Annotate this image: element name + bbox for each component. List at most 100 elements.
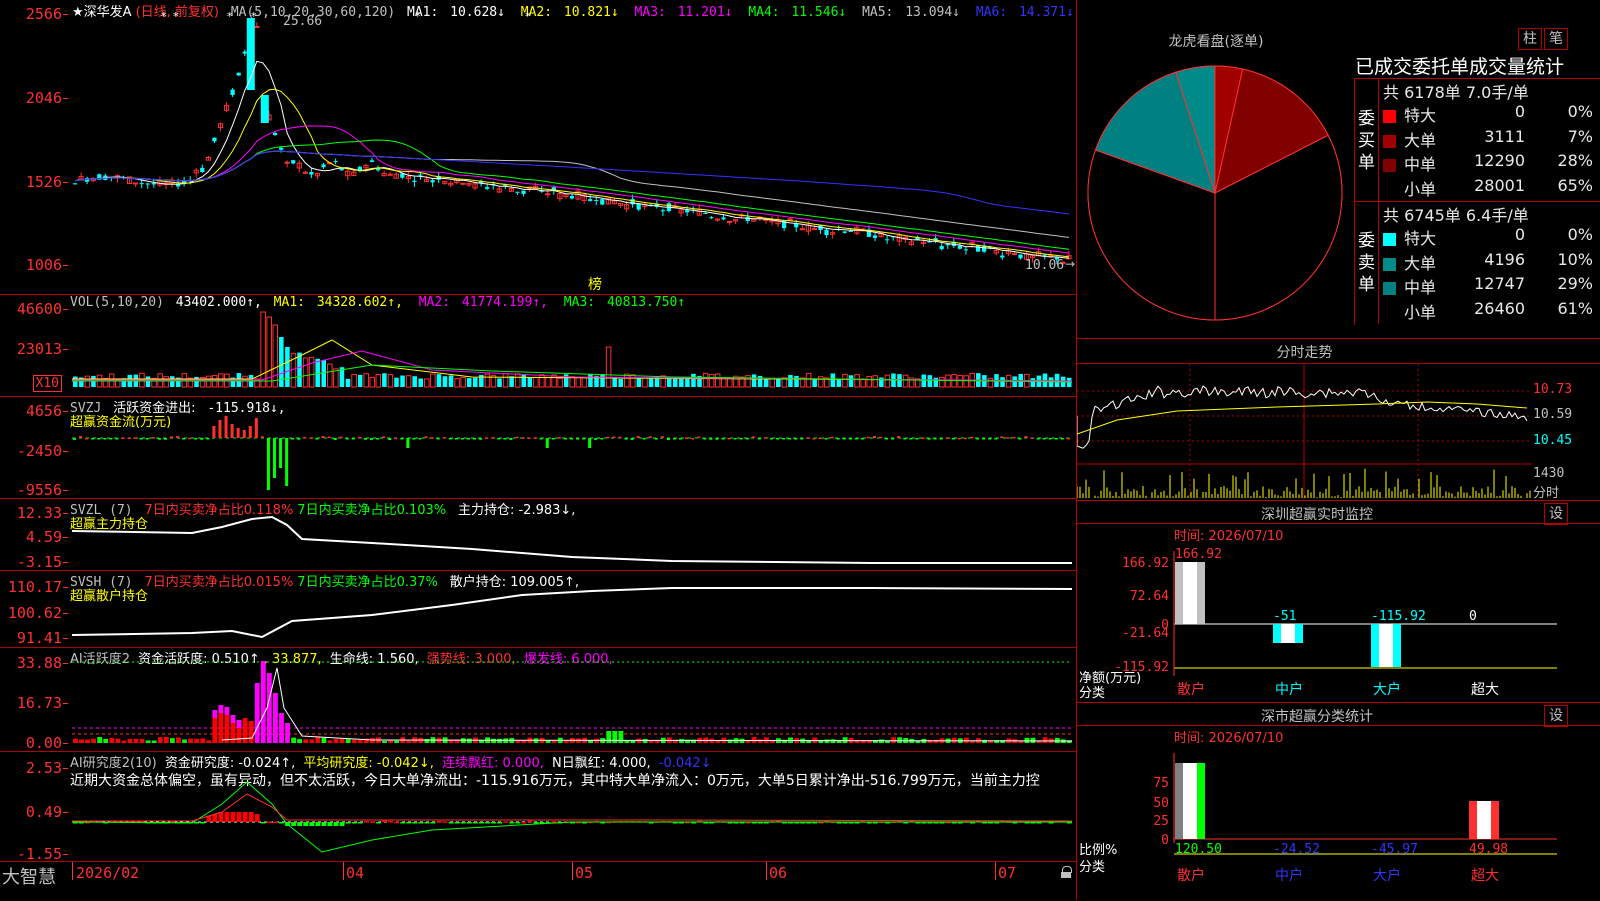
svzl-axis: 12.33 4.59 -3.15 bbox=[0, 499, 69, 571]
candlestick-chart[interactable]: * * * * * * → bbox=[72, 0, 1076, 294]
activity-bar bbox=[345, 739, 351, 743]
research-bar bbox=[509, 822, 515, 824]
candle-body bbox=[1011, 253, 1018, 256]
x-divider bbox=[572, 862, 573, 880]
row-pct: 29% bbox=[1557, 274, 1593, 293]
flow-bar bbox=[836, 438, 840, 440]
flow-bar bbox=[339, 436, 343, 439]
volume-panel[interactable]: 46600 23013 X10 VOL(5,10,20) 43402.000↑,… bbox=[0, 295, 1076, 397]
volume-bar bbox=[691, 373, 696, 387]
flow-bar bbox=[751, 436, 755, 438]
monitor-panel[interactable]: 深圳超赢实时监控 设 时间: 2026/07/10 166.92 72.64 0 -2… bbox=[1077, 501, 1600, 703]
flow-bar bbox=[897, 436, 901, 438]
tick-mode-button[interactable]: 笔 bbox=[1544, 28, 1568, 50]
volume-bar bbox=[357, 374, 363, 387]
svsh-panel[interactable]: 110.17 100.62 91.41 SVSH (7) 7日内买卖净占比0.0… bbox=[0, 571, 1076, 648]
buy-side-label: 委买单 bbox=[1358, 109, 1375, 173]
svzj-panel[interactable]: 4656 -2450 -9556 SVZJ 活跃资金进出: -115.918↓,… bbox=[0, 397, 1076, 499]
brand-logo[interactable]: 大智慧 bbox=[2, 863, 56, 889]
ai-research-panel[interactable]: 2.53 0.49 -1.55 AI研究度2(10) 资金研究度: -0.024… bbox=[0, 752, 1076, 863]
intraday-chart[interactable] bbox=[1077, 364, 1532, 499]
class-y-tick: 0 bbox=[1161, 833, 1169, 848]
volume-bar bbox=[308, 356, 315, 388]
activity-bar bbox=[963, 737, 969, 743]
price-panel[interactable]: 2566 2046 1526 1006 ★深华发A (日线, 前复权) MA(5,… bbox=[0, 0, 1076, 295]
flow-bar bbox=[757, 438, 761, 440]
candle-body bbox=[418, 174, 423, 176]
flow-bar bbox=[491, 437, 495, 439]
dragon-tiger-mark[interactable]: 榜 bbox=[588, 274, 602, 294]
ai-activity-axis: 33.88 16.73 0.00 bbox=[0, 648, 69, 752]
candle-body bbox=[714, 218, 721, 221]
candle-body bbox=[872, 235, 878, 238]
research-bar bbox=[424, 822, 430, 824]
bar-mode-button[interactable]: 柱 bbox=[1518, 28, 1542, 50]
price-axis: 2566 2046 1526 1006 bbox=[0, 0, 69, 294]
flow-bar bbox=[618, 436, 622, 439]
research-bar bbox=[333, 822, 339, 826]
ai-activity-tick: 33.88 bbox=[16, 654, 69, 672]
candle-body bbox=[460, 182, 466, 185]
flow-bar bbox=[479, 438, 483, 440]
activity-bar bbox=[157, 737, 163, 743]
flow-bar bbox=[1054, 438, 1058, 440]
research-bar bbox=[491, 822, 497, 824]
volume-bar bbox=[842, 373, 848, 388]
row-name: 小单 bbox=[1404, 179, 1437, 199]
row-count: 26460 bbox=[1474, 298, 1525, 318]
activity-bar bbox=[145, 740, 151, 743]
activity-bar bbox=[351, 739, 357, 743]
volume-bar bbox=[812, 378, 817, 387]
volume-bar bbox=[884, 374, 891, 388]
research-bar bbox=[351, 822, 357, 824]
flow-bar bbox=[254, 418, 258, 438]
activity-bar bbox=[751, 737, 757, 743]
candle-body bbox=[145, 183, 150, 185]
volume-bar bbox=[424, 378, 430, 388]
ai-activity-panel[interactable]: 33.88 16.73 0.00 AI活跃度2 资金活跃度: 0.510↑, 3… bbox=[0, 648, 1076, 752]
flow-bar bbox=[721, 438, 725, 440]
volume-bar bbox=[473, 377, 478, 387]
flow-bar bbox=[442, 437, 446, 439]
flow-bar bbox=[691, 437, 695, 440]
svzl-panel[interactable]: 12.33 4.59 -3.15 SVZL (7) 7日内买卖净占比0.118%… bbox=[0, 499, 1076, 571]
candle-body bbox=[939, 245, 944, 250]
candle-body bbox=[151, 183, 156, 185]
flow-bar bbox=[600, 438, 604, 440]
activity-bar bbox=[642, 739, 648, 743]
research-bar bbox=[400, 822, 406, 824]
flow-bar bbox=[260, 436, 264, 438]
research-bar bbox=[460, 822, 466, 824]
volume-bar bbox=[84, 375, 91, 388]
volume-bar bbox=[442, 376, 448, 387]
row-count: 28001 bbox=[1474, 175, 1525, 195]
row-pct: 7% bbox=[1567, 126, 1593, 146]
volume-bar bbox=[763, 378, 769, 387]
volume-bar bbox=[636, 378, 642, 387]
flow-bar bbox=[248, 426, 252, 438]
flow-bar bbox=[976, 438, 980, 440]
candle-body bbox=[545, 193, 551, 196]
dragon-tiger-panel[interactable]: 龙虎看盘(逐单) 柱 笔 已成交委托单成交量统计 委买单 委卖单 共 6178单… bbox=[1077, 0, 1600, 339]
candle-body bbox=[745, 217, 750, 221]
flow-bar bbox=[1060, 438, 1064, 440]
class-category: 中户 bbox=[1275, 867, 1303, 884]
sell-row: 大单 4196 10% bbox=[1383, 250, 1597, 274]
flow-bar bbox=[891, 438, 895, 440]
volume-bar bbox=[854, 374, 860, 388]
activity-bar bbox=[109, 737, 115, 743]
volume-bar bbox=[345, 378, 351, 387]
activity-bar bbox=[85, 739, 90, 743]
order-pie-chart bbox=[1087, 65, 1343, 321]
class-panel[interactable]: 深市超赢分类统计 设 时间: 2026/07/10 75 50 25 0 120.50-… bbox=[1077, 703, 1600, 900]
flow-bar bbox=[79, 436, 83, 438]
flow-bar bbox=[776, 438, 780, 440]
flow-bar bbox=[642, 438, 646, 440]
flow-bar bbox=[115, 438, 119, 440]
flow-bar bbox=[309, 437, 313, 439]
flow-bar bbox=[376, 438, 380, 440]
candle-body bbox=[278, 147, 284, 150]
intraday-panel[interactable]: 分时走势 10.73 10.59 10.45 1430 分时 bbox=[1077, 339, 1600, 501]
flow-bar bbox=[169, 436, 173, 438]
class-bar-shade bbox=[1469, 801, 1477, 839]
